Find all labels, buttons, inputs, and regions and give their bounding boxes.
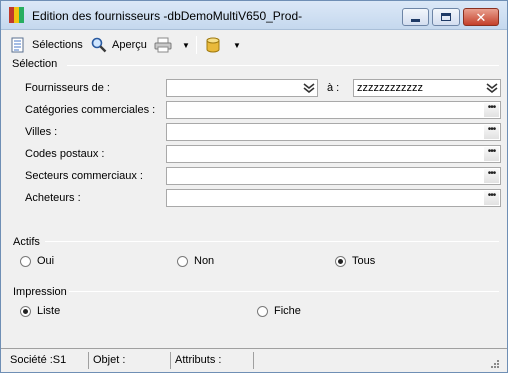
impression-header: Impression: [13, 286, 67, 298]
radio-checked-icon: [335, 255, 346, 267]
chevron-down-icon: ▼: [182, 40, 190, 50]
apercu-label: Aperçu: [112, 39, 147, 51]
villes-field[interactable]: •••: [166, 123, 501, 141]
status-objet: Objet :: [90, 352, 171, 369]
selections-label: Sélections: [32, 39, 83, 51]
impression-divider: [69, 291, 499, 292]
title-bar[interactable]: Edition des fournisseurs -dbDemoMultiV65…: [1, 1, 507, 30]
acheteurs-label: Acheteurs :: [25, 192, 81, 204]
app-icon: [9, 7, 25, 23]
actifs-non-radio[interactable]: Non: [177, 255, 214, 267]
actifs-oui-label: Oui: [37, 255, 55, 267]
radio-checked-icon: [20, 305, 31, 317]
ellipsis-icon[interactable]: •••: [484, 147, 499, 161]
database-dropdown[interactable]: ▼: [233, 35, 241, 55]
actifs-non-label: Non: [194, 255, 215, 267]
toolbar-separator: [196, 36, 197, 54]
ellipsis-icon[interactable]: •••: [484, 125, 499, 139]
categories-label: Catégories commerciales :: [25, 104, 156, 116]
fournisseurs-label: Fournisseurs de :: [25, 82, 110, 94]
actifs-oui-radio[interactable]: Oui: [20, 255, 54, 267]
fournisseurs-to-label: à :: [327, 82, 340, 94]
resize-grip-icon[interactable]: [489, 358, 499, 368]
impression-liste-label: Liste: [37, 305, 61, 317]
maximize-button[interactable]: [432, 8, 460, 26]
apercu-button[interactable]: Aperçu: [91, 35, 147, 55]
radio-icon: [257, 305, 268, 317]
actifs-header: Actifs: [13, 236, 40, 248]
database-button[interactable]: [205, 35, 221, 55]
ellipsis-icon[interactable]: •••: [484, 169, 499, 183]
radio-icon: [20, 255, 31, 267]
main-window: Edition des fournisseurs -dbDemoMultiV65…: [0, 0, 508, 373]
impression-fiche-radio[interactable]: Fiche: [257, 305, 301, 317]
actifs-tous-label: Tous: [352, 255, 376, 267]
minimize-icon: [411, 18, 420, 22]
printer-icon: [154, 37, 172, 53]
status-attributs: Attributs :: [172, 352, 254, 369]
ellipsis-icon[interactable]: •••: [484, 103, 499, 117]
acheteurs-field[interactable]: •••: [166, 189, 501, 207]
selection-divider: [67, 65, 499, 66]
print-dropdown[interactable]: ▼: [182, 35, 190, 55]
status-societe: Société :S1: [7, 352, 89, 369]
window-title: Edition des fournisseurs -dbDemoMultiV65…: [32, 9, 303, 23]
selection-header: Sélection: [12, 58, 58, 70]
actifs-divider: [45, 241, 499, 242]
print-button[interactable]: [154, 35, 172, 55]
ellipsis-icon[interactable]: •••: [484, 191, 499, 205]
maximize-icon: [441, 13, 451, 21]
close-icon: ✕: [475, 9, 487, 25]
chevron-down-icon: ▼: [233, 40, 241, 50]
chevron-down-icon[interactable]: [484, 81, 499, 95]
codes-postaux-field[interactable]: •••: [166, 145, 501, 163]
fournisseurs-from-select[interactable]: [166, 79, 318, 97]
minimize-button[interactable]: [402, 8, 429, 26]
toolbar: Sélections Aperçu ▼ ▼: [1, 31, 507, 58]
secteurs-label: Secteurs commerciaux :: [25, 170, 143, 182]
codes-postaux-label: Codes postaux :: [25, 148, 105, 160]
categories-field[interactable]: •••: [166, 101, 501, 119]
close-button[interactable]: ✕: [463, 8, 499, 26]
villes-label: Villes :: [25, 126, 58, 138]
chevron-down-icon[interactable]: [301, 81, 316, 95]
actifs-tous-radio[interactable]: Tous: [335, 255, 375, 267]
secteurs-field[interactable]: •••: [166, 167, 501, 185]
fournisseurs-to-select[interactable]: zzzzzzzzzzzz: [353, 79, 501, 97]
status-bar: Société :S1 Objet : Attributs :: [1, 348, 507, 372]
database-icon: [206, 37, 220, 53]
document-icon: [11, 37, 24, 53]
selections-button[interactable]: Sélections: [10, 35, 83, 55]
impression-liste-radio[interactable]: Liste: [20, 305, 60, 317]
impression-fiche-label: Fiche: [274, 305, 301, 317]
magnifier-icon: [91, 37, 107, 53]
radio-icon: [177, 255, 188, 267]
